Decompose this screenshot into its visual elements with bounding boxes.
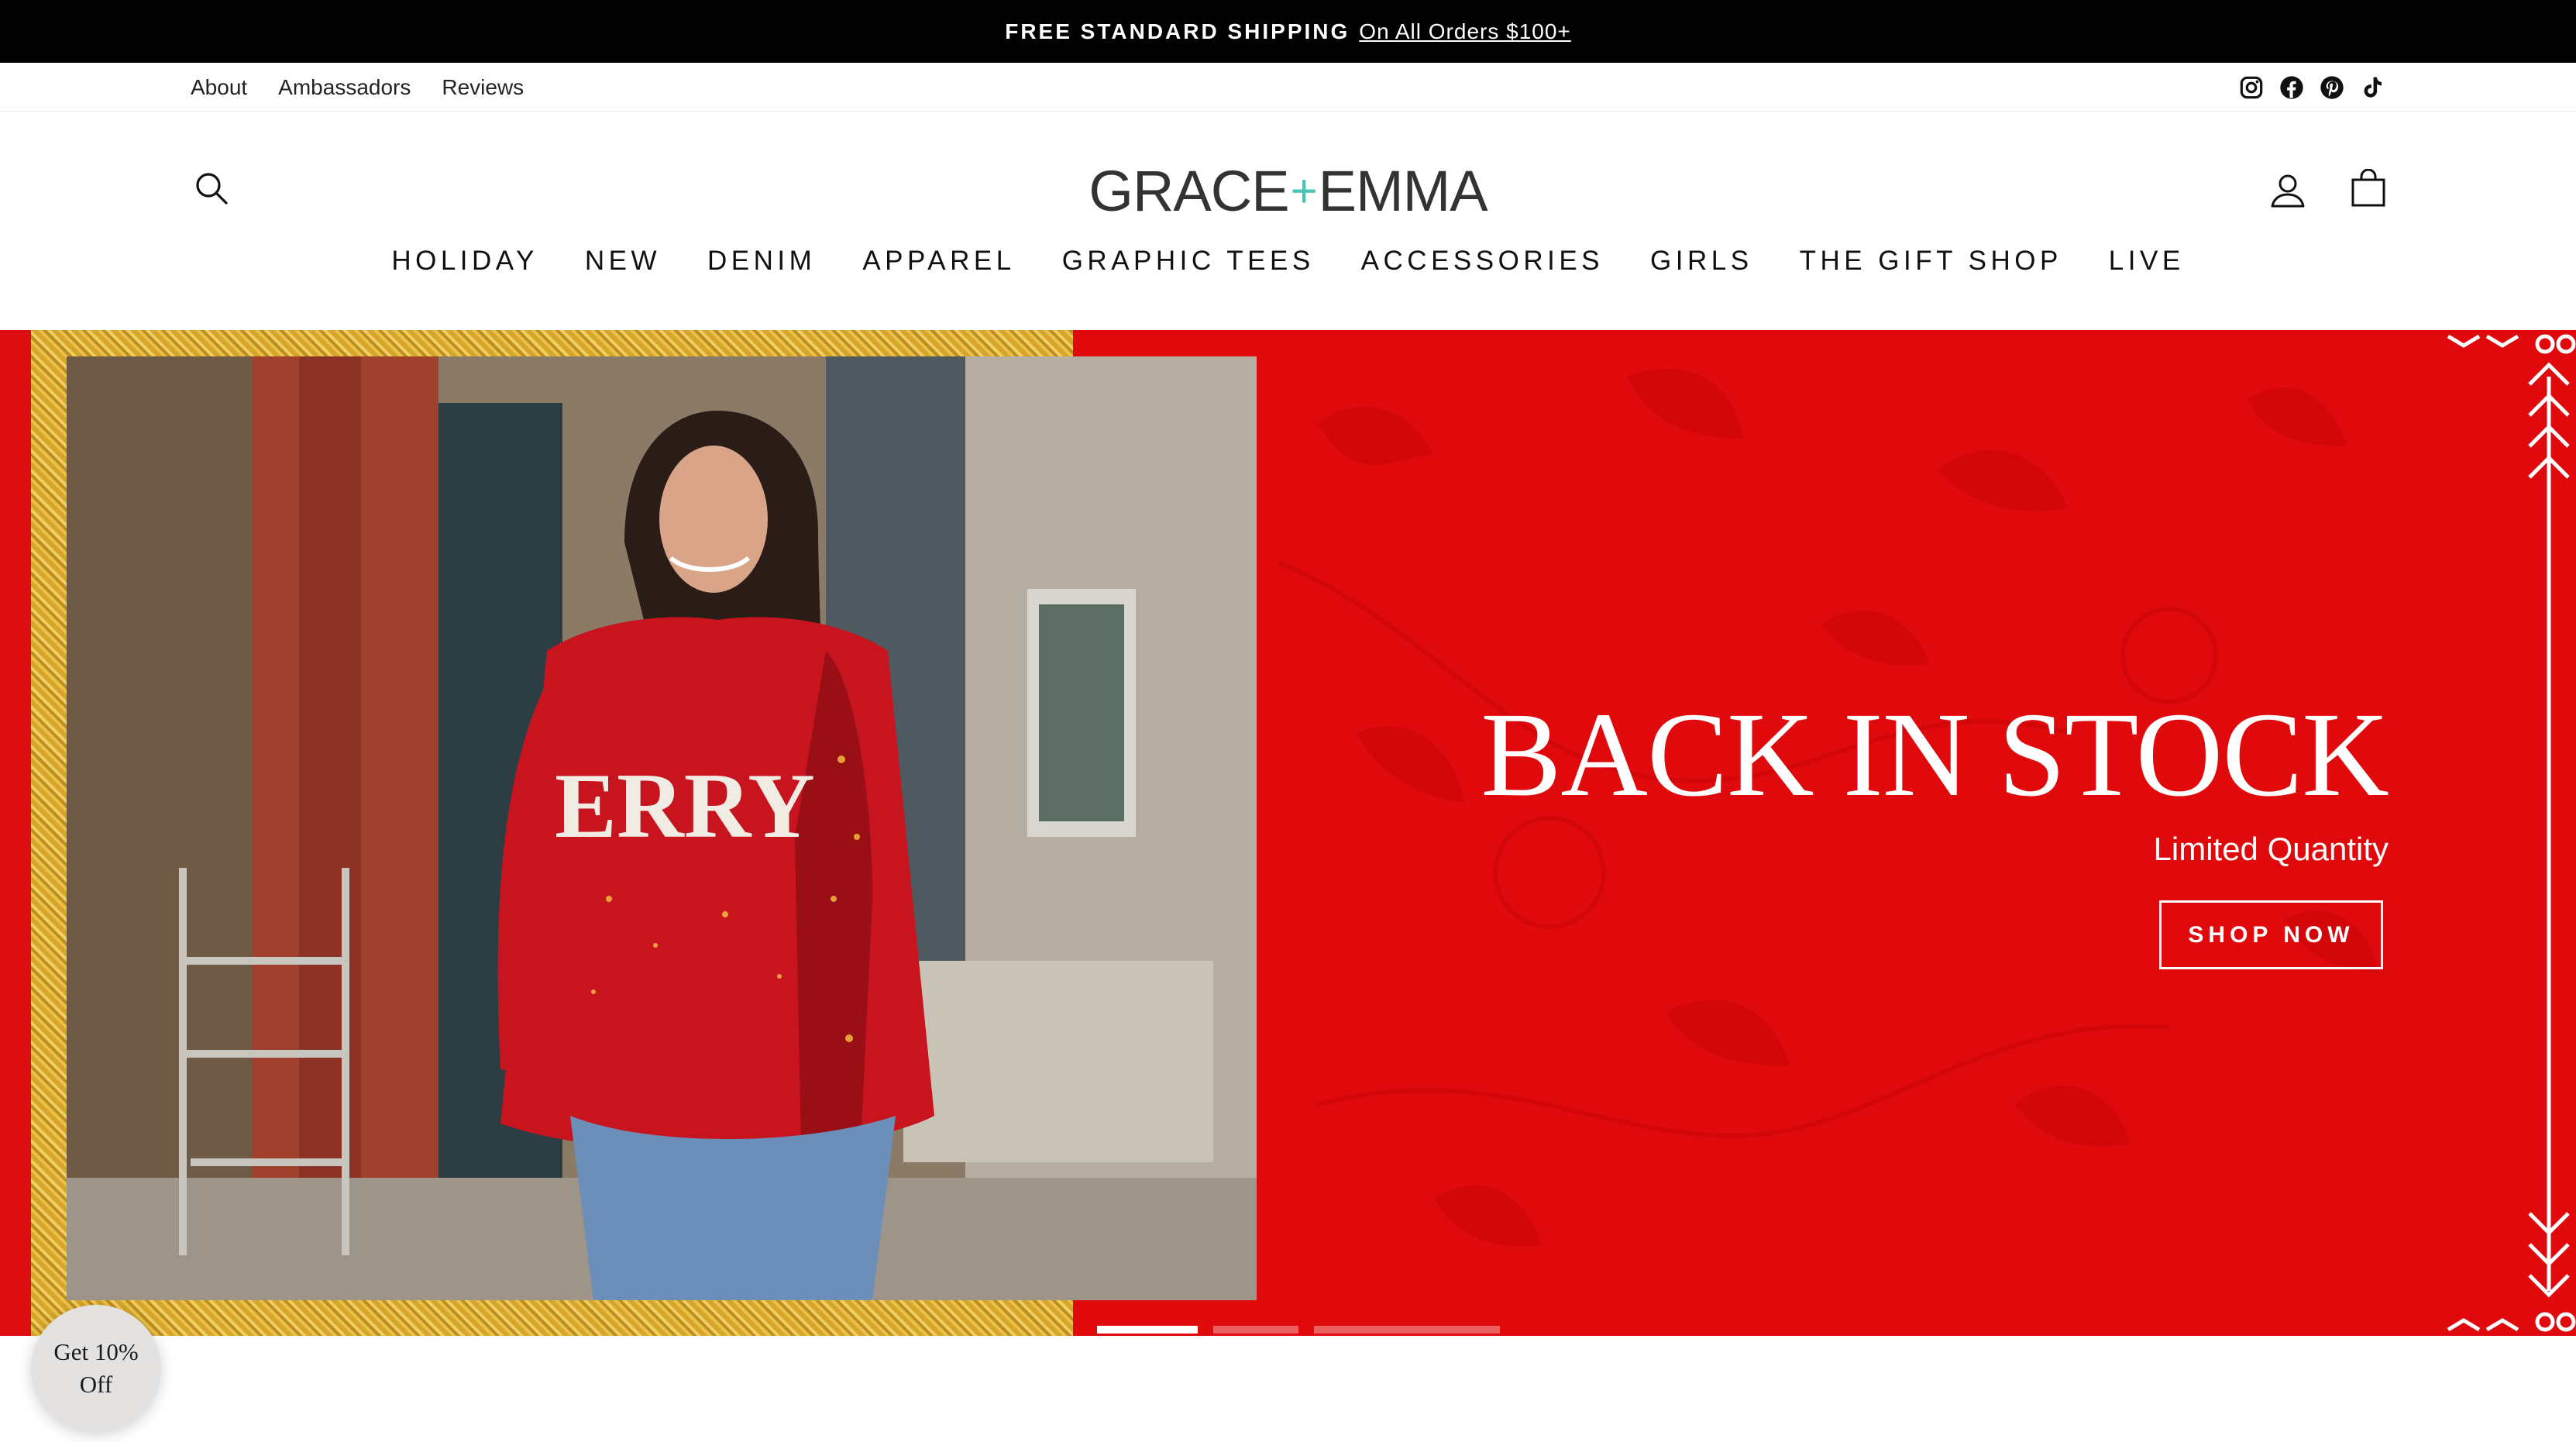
utility-bar: About Ambassadors Reviews: [0, 63, 2576, 112]
sweater-lettering: ERRY: [555, 754, 815, 857]
snowflake-border: [2447, 334, 2576, 1332]
ambassadors-link[interactable]: Ambassadors: [278, 75, 411, 100]
site-logo[interactable]: GRACE + EMMA: [1089, 159, 1487, 223]
nav-holiday[interactable]: HOLIDAY: [391, 242, 538, 280]
main-nav: HOLIDAY NEW DENIM APPAREL GRAPHIC TEES A…: [0, 242, 2576, 280]
tiktok-icon[interactable]: [2360, 75, 2385, 100]
discount-popup-button[interactable]: Get 10% Off: [31, 1305, 161, 1432]
nav-graphic-tees[interactable]: GRAPHIC TEES: [1062, 242, 1315, 280]
about-link[interactable]: About: [191, 75, 247, 100]
hero-title: BACK IN STOCK: [1481, 687, 2389, 821]
nav-the-gift-shop[interactable]: THE GIFT SHOP: [1800, 242, 2062, 280]
hero-model-photo: ERRY: [67, 356, 1257, 1300]
nav-apparel[interactable]: APPAREL: [862, 242, 1015, 280]
nav-accessories[interactable]: ACCESSORIES: [1361, 242, 1604, 280]
slide-indicator-3[interactable]: [1314, 1326, 1500, 1334]
shop-now-button[interactable]: SHOP NOW: [2159, 900, 2383, 969]
search-icon[interactable]: [194, 170, 229, 206]
nav-girls[interactable]: GIRLS: [1650, 242, 1753, 280]
hero-banner[interactable]: ERRY BACK IN STOCK Limited Quantity SHOP…: [0, 330, 2576, 1336]
instagram-icon[interactable]: [2239, 75, 2264, 100]
announcement-text: FREE STANDARD SHIPPING: [1005, 19, 1350, 43]
hero-subtitle: Limited Quantity: [2153, 831, 2389, 867]
cart-icon[interactable]: [2351, 168, 2386, 208]
logo-text-emma: EMMA: [1318, 158, 1488, 223]
announcement-link[interactable]: On All Orders $100+: [1359, 19, 1570, 44]
logo-plus: +: [1290, 164, 1318, 217]
account-icon[interactable]: [2269, 172, 2306, 209]
pinterest-icon[interactable]: [2320, 75, 2344, 100]
nav-denim[interactable]: DENIM: [707, 242, 816, 280]
reviews-link[interactable]: Reviews: [442, 75, 524, 100]
discount-line-2: Off: [79, 1371, 113, 1398]
hero-left-strip: [0, 330, 31, 1336]
announcement-bar: FREE STANDARD SHIPPING On All Orders $10…: [0, 0, 2576, 63]
slide-indicators: [1097, 1326, 1500, 1334]
nav-live[interactable]: LIVE: [2109, 242, 2185, 280]
nav-new[interactable]: NEW: [585, 242, 661, 280]
utility-links: About Ambassadors Reviews: [191, 63, 524, 112]
social-links: [2239, 63, 2385, 112]
slide-indicator-2[interactable]: [1213, 1326, 1298, 1334]
logo-text-grace: GRACE: [1089, 158, 1289, 223]
site-header: GRACE + EMMA HOLIDAY NEW DENIM APPAREL GRA…: [0, 112, 2576, 330]
discount-line-1: Get 10%: [53, 1338, 139, 1365]
facebook-icon[interactable]: [2279, 75, 2304, 100]
slide-indicator-1[interactable]: [1097, 1326, 1198, 1334]
